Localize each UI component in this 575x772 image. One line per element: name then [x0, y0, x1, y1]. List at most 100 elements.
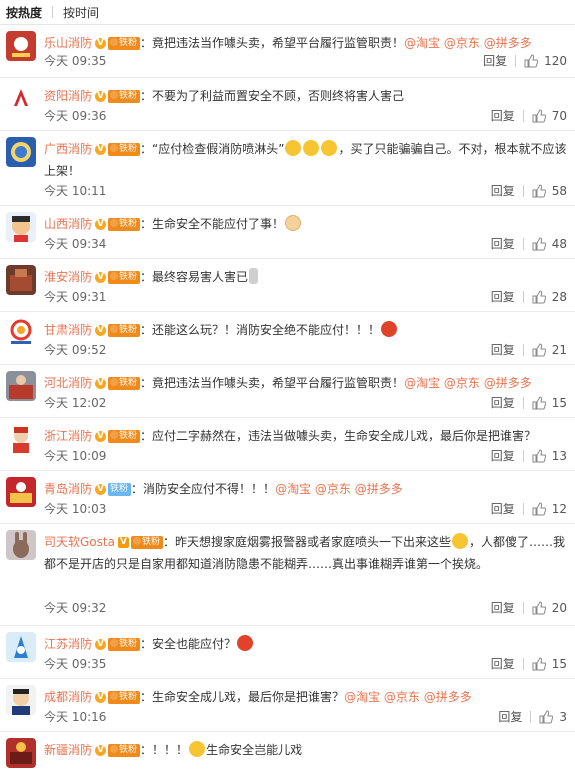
- tab-divider: [52, 6, 54, 18]
- commenter-name[interactable]: 浙江消防: [44, 429, 92, 443]
- like-button[interactable]: 21: [532, 340, 567, 360]
- avatar[interactable]: [6, 632, 36, 662]
- commenter-name[interactable]: 成都消防: [44, 690, 92, 704]
- comment-text: 安全也能应付？: [152, 637, 237, 651]
- avatar[interactable]: [6, 265, 36, 295]
- avatar[interactable]: [6, 685, 36, 715]
- reply-button[interactable]: 回复: [498, 707, 522, 727]
- comment-text: 还能这么玩？！消防安全绝不能应付！！！: [152, 323, 381, 337]
- like-count: 3: [559, 710, 567, 724]
- like-count: 15: [551, 657, 567, 671]
- mention-link[interactable]: @淘宝: [404, 36, 440, 50]
- comment-text: 竟把违法当作噱头卖，希望平台履行监管职责！: [152, 36, 405, 50]
- mention-link[interactable]: @拼多多: [484, 36, 532, 50]
- tab-sort-hot[interactable]: 按热度: [6, 4, 42, 21]
- like-button[interactable]: 70: [532, 106, 567, 126]
- thumb-up-icon: [532, 184, 546, 198]
- comment-time: 今天 09:35: [44, 54, 107, 68]
- mention-link[interactable]: @京东: [444, 36, 480, 50]
- avatar[interactable]: [6, 424, 36, 454]
- avatar[interactable]: [6, 318, 36, 348]
- reply-button[interactable]: 回复: [491, 654, 515, 674]
- reply-button[interactable]: 回复: [491, 287, 515, 307]
- avatar[interactable]: [6, 212, 36, 242]
- like-button[interactable]: 28: [532, 287, 567, 307]
- reply-button[interactable]: 回复: [491, 340, 515, 360]
- comment-text: 生命安全岂能儿戏: [206, 743, 303, 757]
- fan-badge: 铁粉: [108, 483, 132, 496]
- comment-time: 今天 10:11: [44, 184, 107, 198]
- mention-link[interactable]: @淘宝: [344, 690, 380, 704]
- comment-time: 今天 09:32: [44, 601, 107, 615]
- thumb-up-icon: [532, 343, 546, 357]
- commenter-name[interactable]: 甘肃消防: [44, 323, 92, 337]
- like-button[interactable]: 20: [532, 598, 567, 618]
- v-badge-icon: V: [95, 639, 107, 650]
- mention-link[interactable]: @淘宝: [275, 482, 311, 496]
- commenter-name[interactable]: 资阳消防: [44, 89, 92, 103]
- tab-sort-time[interactable]: 按时间: [63, 4, 99, 21]
- commenter-name[interactable]: 河北消防: [44, 376, 92, 390]
- comment-item: 资阳消防 V 铁粉 ：不要为了利益而置安全不顾，否则终将害人害己 今天 09:36 回…: [0, 78, 575, 131]
- like-button[interactable]: 15: [532, 654, 567, 674]
- reply-button[interactable]: 回复: [491, 234, 515, 254]
- like-count: 70: [551, 109, 567, 123]
- comment-item: 成都消防 V 铁粉 ：生命安全成儿戏，最后你是把谁害？@淘宝 @京东 @拼多多 今天 …: [0, 679, 575, 732]
- avatar[interactable]: [6, 738, 36, 768]
- commenter-name[interactable]: 新疆消防: [44, 743, 92, 757]
- mention-link[interactable]: @淘宝: [404, 376, 440, 390]
- v-badge-icon: V: [95, 144, 107, 155]
- avatar[interactable]: [6, 137, 36, 167]
- avatar[interactable]: [6, 31, 36, 61]
- avatar[interactable]: [6, 530, 36, 560]
- reply-button[interactable]: 回复: [491, 393, 515, 413]
- fan-badge: 铁粉: [108, 271, 141, 284]
- comment-text: 应付二字赫然在，违法当做噱头卖，生命安全成儿戏，最后你是把谁害？: [152, 429, 537, 443]
- like-button[interactable]: 15: [532, 393, 567, 413]
- reply-button[interactable]: 回复: [491, 446, 515, 466]
- comment-text: 生命安全成儿戏，最后你是把谁害？: [152, 690, 345, 704]
- comment-text: 不要为了利益而置安全不顾，否则终将害人害己: [152, 89, 405, 103]
- commenter-name[interactable]: 广西消防: [44, 142, 92, 156]
- commenter-name[interactable]: 司天软Gosta: [44, 535, 115, 549]
- v-badge-icon: V: [95, 378, 107, 389]
- commenter-name[interactable]: 乐山消防: [44, 36, 92, 50]
- candle-emoji-icon: [249, 268, 259, 284]
- commenter-name[interactable]: 山西消防: [44, 217, 92, 231]
- v-badge-icon: V: [95, 692, 107, 703]
- like-button[interactable]: 3: [539, 707, 567, 727]
- mention-link[interactable]: @拼多多: [355, 482, 403, 496]
- reply-button[interactable]: 回复: [491, 499, 515, 519]
- commenter-name[interactable]: 青岛消防: [44, 482, 92, 496]
- thumb-up-icon: [532, 449, 546, 463]
- laugh-emoji-icon: [285, 140, 302, 156]
- like-button[interactable]: 12: [532, 499, 567, 519]
- reply-button[interactable]: 回复: [491, 181, 515, 201]
- mention-link[interactable]: @拼多多: [484, 376, 532, 390]
- like-button[interactable]: 13: [532, 446, 567, 466]
- mention-link[interactable]: @京东: [444, 376, 480, 390]
- reply-button[interactable]: 回复: [483, 51, 507, 71]
- avatar[interactable]: [6, 477, 36, 507]
- fan-badge: 铁粉: [108, 324, 141, 337]
- like-button[interactable]: 120: [524, 51, 567, 71]
- fan-badge: 铁粉: [108, 377, 141, 390]
- reply-button[interactable]: 回复: [491, 598, 515, 618]
- v-badge-icon: V: [95, 325, 107, 336]
- comment-time: 今天 09:52: [44, 343, 107, 357]
- mention-link[interactable]: @京东: [384, 690, 420, 704]
- fan-badge: 铁粉: [108, 37, 141, 50]
- commenter-name[interactable]: 淮安消防: [44, 270, 92, 284]
- avatar[interactable]: [6, 84, 36, 114]
- like-button[interactable]: 48: [532, 234, 567, 254]
- commenter-name[interactable]: 江苏消防: [44, 637, 92, 651]
- mention-link[interactable]: @拼多多: [424, 690, 472, 704]
- v-badge-icon: V: [117, 537, 129, 548]
- like-count: 48: [551, 237, 567, 251]
- fan-badge: 铁粉: [108, 218, 141, 231]
- avatar[interactable]: [6, 371, 36, 401]
- like-button[interactable]: 58: [532, 181, 567, 201]
- v-badge-icon: V: [95, 38, 107, 49]
- mention-link[interactable]: @京东: [315, 482, 351, 496]
- reply-button[interactable]: 回复: [491, 106, 515, 126]
